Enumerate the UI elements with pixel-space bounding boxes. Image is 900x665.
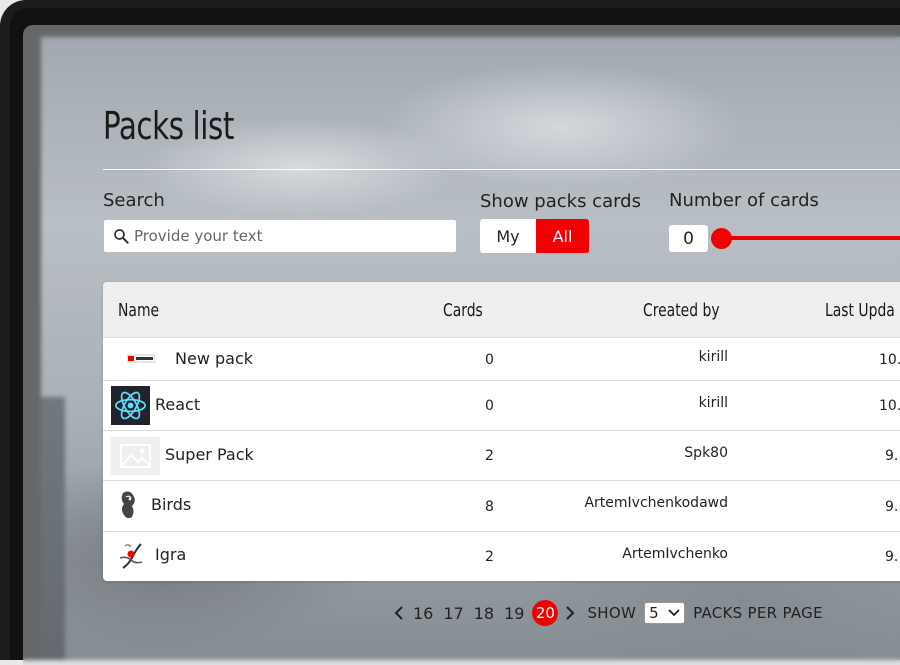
column-last-updated-header[interactable]: Last Upda xyxy=(825,300,895,321)
pack-cards-count: 8 xyxy=(485,499,494,515)
table-header: Name Cards Created by Last Upda xyxy=(103,282,900,338)
table-row[interactable]: React 0 kirill 10. xyxy=(103,381,900,431)
search-icon xyxy=(114,229,129,244)
packs-table: Name Cards Created by Last Upda New pack… xyxy=(103,282,900,581)
pack-last-updated: 9. xyxy=(885,448,899,464)
pack-created-by: ArtemIvchenko xyxy=(622,546,728,562)
pack-name[interactable]: Birds xyxy=(151,495,191,514)
pagination: 16 17 18 19 20 SHOW 5 PACKS PER PAGE xyxy=(390,600,823,626)
pack-cards-count: 2 xyxy=(485,549,494,565)
column-cards-header[interactable]: Cards xyxy=(443,300,483,321)
table-row[interactable]: Igra 2 ArtemIvchenko 9. xyxy=(103,532,900,581)
cover-logo-thumbnail xyxy=(127,354,155,363)
table-row[interactable]: Super Pack 2 Spk80 9. xyxy=(103,431,900,481)
pack-last-updated: 9. xyxy=(885,499,899,515)
per-page-value: 5 xyxy=(649,604,659,622)
pack-name[interactable]: Super Pack xyxy=(165,445,254,464)
prev-page-button[interactable] xyxy=(390,600,408,626)
chevron-right-icon xyxy=(566,606,575,620)
page-link[interactable]: 16 xyxy=(413,604,433,623)
title-divider xyxy=(103,169,900,170)
search-field[interactable] xyxy=(103,219,457,253)
show-packs-label: Show packs cards xyxy=(480,191,641,212)
pack-cards-count: 2 xyxy=(485,448,494,464)
page-link[interactable]: 18 xyxy=(474,604,494,623)
pack-last-updated: 10. xyxy=(879,398,900,414)
cards-range-min-handle[interactable] xyxy=(711,228,732,249)
pack-created-by: kirill xyxy=(698,349,728,365)
toggle-all-button[interactable]: All xyxy=(536,219,589,253)
bird-sketch-thumbnail xyxy=(117,489,139,521)
page-title: Packs list xyxy=(103,104,235,148)
column-name-header[interactable]: Name xyxy=(118,300,159,321)
pack-name[interactable]: New pack xyxy=(175,349,253,368)
pack-cards-count: 0 xyxy=(485,352,494,368)
pack-last-updated: 9. xyxy=(885,549,899,565)
figure-sketch-thumbnail xyxy=(115,538,147,574)
pack-cards-count: 0 xyxy=(485,398,494,414)
chevron-down-icon xyxy=(668,609,680,617)
pack-last-updated: 10. xyxy=(879,352,900,368)
image-placeholder-thumbnail xyxy=(111,437,160,475)
per-page-label: PACKS PER PAGE xyxy=(693,604,823,622)
per-page-select[interactable]: 5 xyxy=(644,602,686,624)
show-label: SHOW xyxy=(587,604,637,622)
cards-range-track[interactable] xyxy=(722,236,900,240)
min-cards-value[interactable]: 0 xyxy=(669,225,708,252)
packs-toggle: My All xyxy=(480,219,589,253)
pack-created-by: Spk80 xyxy=(684,445,728,461)
table-row[interactable]: Birds 8 ArtemIvchenkodawd 9. xyxy=(103,481,900,532)
number-of-cards-label: Number of cards xyxy=(669,190,819,211)
pack-name[interactable]: React xyxy=(155,395,200,414)
toggle-my-button[interactable]: My xyxy=(480,219,536,253)
next-page-button[interactable] xyxy=(561,600,579,626)
page-link[interactable]: 17 xyxy=(443,604,463,623)
search-label: Search xyxy=(103,190,165,211)
column-created-by-header[interactable]: Created by xyxy=(643,300,720,321)
page-link[interactable]: 19 xyxy=(504,604,524,623)
chevron-left-icon xyxy=(394,606,403,620)
table-row[interactable]: New pack 0 kirill 10. xyxy=(103,338,900,381)
current-page[interactable]: 20 xyxy=(532,600,559,626)
pack-created-by: ArtemIvchenkodawd xyxy=(584,495,728,511)
pack-created-by: kirill xyxy=(698,395,728,411)
search-input[interactable] xyxy=(134,222,452,250)
pack-name[interactable]: Igra xyxy=(155,545,186,564)
react-logo-thumbnail xyxy=(111,386,150,425)
